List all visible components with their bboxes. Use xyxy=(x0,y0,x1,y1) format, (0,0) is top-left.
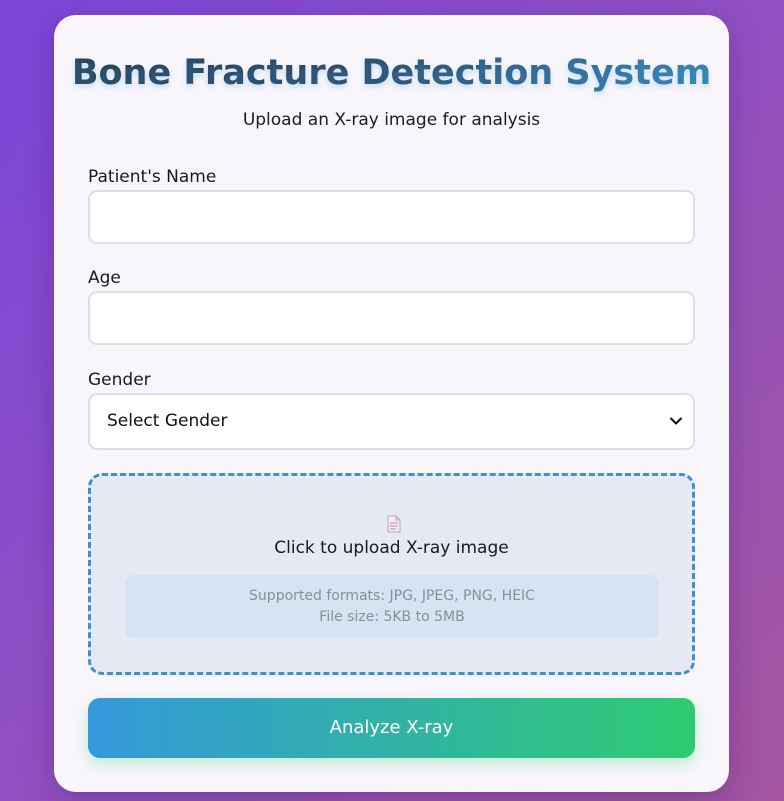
chevron-down-icon xyxy=(670,417,682,425)
age-label: Age xyxy=(88,268,121,288)
patient-name-label: Patient's Name xyxy=(88,167,217,187)
analyze-xray-button[interactable]: Analyze X-ray xyxy=(88,698,695,758)
form-card: Bone Fracture Detection System Upload an… xyxy=(54,15,729,792)
upload-prompt: Click to upload X-ray image xyxy=(274,538,509,558)
file-size-text: File size: 5KB to 5MB xyxy=(319,609,465,625)
upload-info-box: Supported formats: JPG, JPEG, PNG, HEIC … xyxy=(125,575,659,638)
supported-formats-text: Supported formats: JPG, JPEG, PNG, HEIC xyxy=(249,588,535,604)
age-input[interactable] xyxy=(88,291,695,345)
gender-select[interactable]: Select Gender xyxy=(88,393,695,450)
xray-upload-area[interactable]: Click to upload X-ray image Supported fo… xyxy=(88,473,695,675)
page-subtitle: Upload an X-ray image for analysis xyxy=(242,110,541,130)
patient-name-input[interactable] xyxy=(88,190,695,244)
gender-select-value: Select Gender xyxy=(107,411,228,431)
page-title: Bone Fracture Detection System xyxy=(54,53,729,93)
document-icon xyxy=(387,515,401,533)
gender-label: Gender xyxy=(88,370,151,390)
